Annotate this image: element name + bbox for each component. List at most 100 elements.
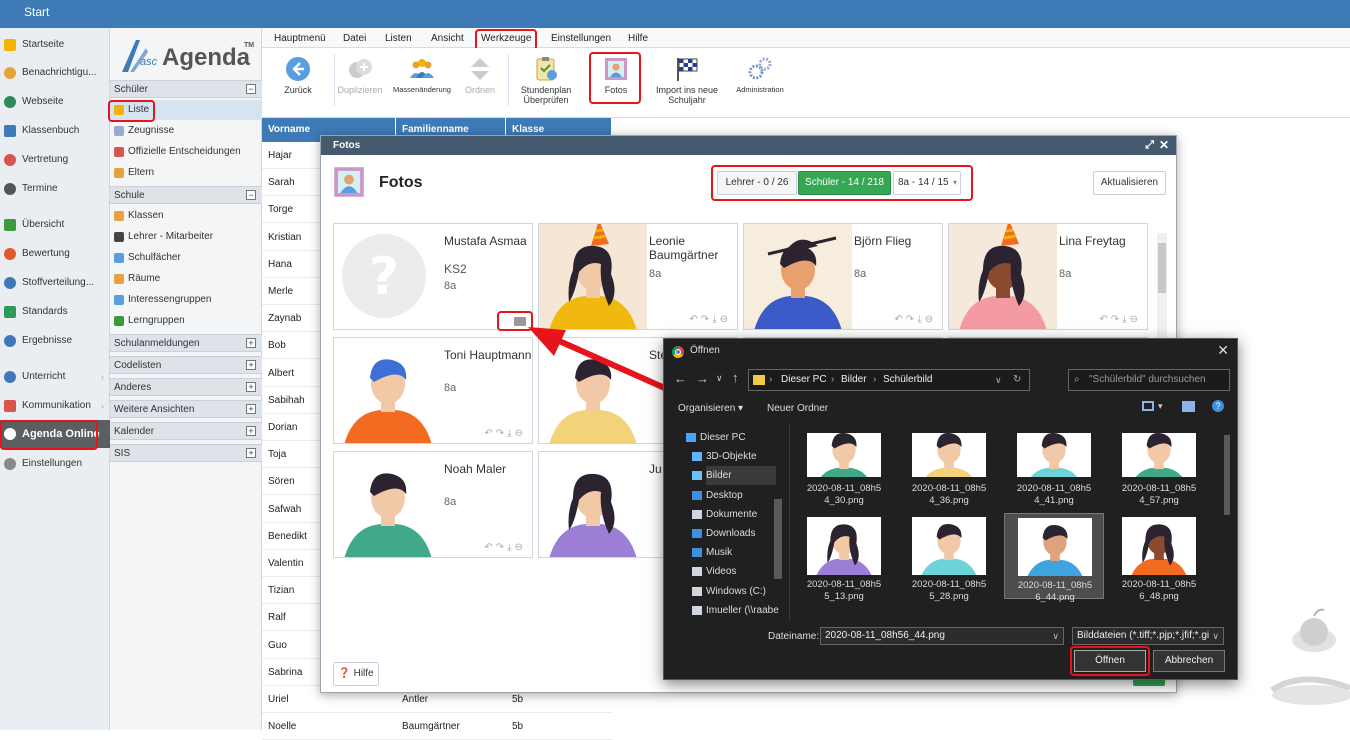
file-item[interactable]: 2020-08-11_08h5 6_44.png — [1004, 510, 1104, 603]
section-schuler[interactable]: Schüler − — [110, 80, 262, 98]
file-item[interactable]: 2020-08-11_08h5 4_41.png — [1004, 418, 1104, 511]
download-icon[interactable]: ⤓ — [507, 542, 514, 553]
subnav-item-lehrer-mitarbeiter[interactable]: Lehrer - Mitarbeiter — [110, 227, 262, 247]
nav-item-klassenbuch[interactable]: Klassenbuch — [0, 120, 110, 142]
photo-area[interactable] — [539, 452, 647, 557]
view-dropdown-icon[interactable]: ▾ — [1158, 401, 1163, 412]
section-schulanmeldungen[interactable]: Schulanmeldungen + — [110, 334, 262, 352]
nav-item-ergebnisse[interactable]: Ergebnisse — [0, 330, 110, 352]
menu-listen[interactable]: Listen — [385, 28, 412, 48]
rotate-left-icon[interactable]: ↶ — [689, 314, 700, 325]
nav-pane-item-dieser-pc[interactable]: Dieser PC — [686, 428, 746, 447]
nav-item-kommunikation[interactable]: Kommunikation › — [0, 395, 110, 417]
rotate-right-icon[interactable]: ↷ — [906, 314, 917, 325]
nav-item-vertretung[interactable]: Vertretung — [0, 149, 110, 171]
rotate-left-icon[interactable]: ↶ — [484, 542, 495, 553]
administration-button[interactable]: Administration — [728, 48, 792, 110]
rotate-right-icon[interactable]: ↷ — [1111, 314, 1122, 325]
section-weitere-ansichten[interactable]: Weitere Ansichten + — [110, 400, 262, 418]
rotate-left-icon[interactable]: ↶ — [1099, 314, 1110, 325]
filetype-select[interactable]: Bilddateien (*.tiff;*.pjp;*.jfif;*.gi ∨ — [1072, 627, 1224, 645]
back-button[interactable]: Zurück — [278, 48, 318, 110]
nav-pane-item-3d-objekte[interactable]: 3D-Objekte — [692, 447, 757, 466]
collapse-icon[interactable]: − — [246, 84, 256, 94]
nav-item-standards[interactable]: Standards — [0, 301, 110, 323]
rotate-left-icon[interactable]: ↶ — [484, 428, 495, 439]
expand-icon[interactable]: + — [246, 448, 256, 458]
cancel-button[interactable]: Abbrechen — [1153, 650, 1225, 672]
photo-area[interactable] — [334, 338, 442, 443]
rotate-right-icon[interactable]: ↷ — [496, 542, 507, 553]
file-list-scrollbar[interactable] — [1224, 435, 1230, 515]
nav-item-startseite[interactable]: Startseite — [0, 34, 110, 56]
file-item[interactable]: 2020-08-11_08h5 6_48.png — [1109, 509, 1209, 602]
help-circle-icon[interactable]: ? — [1212, 400, 1224, 412]
path-segment-3[interactable]: Schülerbild — [883, 370, 932, 390]
rotate-left-icon[interactable]: ↶ — [894, 314, 905, 325]
nav-pane-item-desktop[interactable]: Desktop — [692, 486, 743, 505]
nav-item-unterricht[interactable]: Unterricht › — [0, 366, 110, 388]
nav-item-termine[interactable]: Termine — [0, 178, 110, 200]
dialog-close-icon[interactable]: ✕ — [1217, 342, 1229, 359]
menu-einstellungen[interactable]: Einstellungen — [551, 28, 611, 48]
section-kalender[interactable]: Kalender + — [110, 422, 262, 440]
photo-card[interactable]: Leonie Baumgärtner 8a ↶↷⤓⊖ — [538, 223, 738, 330]
subnav-item-interessengruppen[interactable]: Interessengruppen — [110, 290, 262, 310]
photo-area[interactable]: ? — [334, 224, 442, 329]
expand-icon[interactable]: + — [246, 338, 256, 348]
table-row[interactable]: Noelle Baumgärtner 5b — [262, 713, 612, 740]
remove-icon[interactable]: ⊖ — [1130, 314, 1141, 325]
section-sis[interactable]: SIS + — [110, 444, 262, 462]
subnav-item-schulfacher[interactable]: Schulfächer — [110, 248, 262, 268]
filetype-dropdown-icon[interactable]: ∨ — [1212, 628, 1219, 644]
menu-hauptmenu[interactable]: Hauptmenü — [274, 28, 326, 48]
mass-change-button[interactable]: Massenänderung — [392, 48, 452, 110]
order-button[interactable]: Ordnen — [458, 48, 502, 110]
expand-icon[interactable]: + — [246, 426, 256, 436]
section-schule[interactable]: Schule − — [110, 186, 262, 204]
photo-area[interactable] — [334, 452, 442, 557]
subnav-item-lerngruppen[interactable]: Lerngruppen — [110, 311, 262, 331]
expand-icon[interactable]: + — [246, 360, 256, 370]
photo-card[interactable]: Noah Maler 8a ↶↷⤓⊖ — [333, 451, 533, 558]
duplicate-button[interactable]: Duplizieren — [334, 48, 386, 110]
nav-pane-item-imueller-raabe[interactable]: Imueller (\\raabe — [692, 601, 779, 620]
maximize-icon[interactable]: ⤢ — [1145, 136, 1154, 155]
refresh-button[interactable]: Aktualisieren — [1093, 171, 1166, 195]
section-anderes[interactable]: Anderes + — [110, 378, 262, 396]
nav-pane-item-dokumente[interactable]: Dokumente — [692, 505, 757, 524]
refresh-icon[interactable]: ↻ — [1013, 370, 1021, 390]
nav-item-ubersicht[interactable]: Übersicht — [0, 214, 110, 236]
file-item[interactable]: 2020-08-11_08h5 4_57.png — [1109, 418, 1209, 511]
import-new-year-button[interactable]: Import ins neue Schuljahr — [650, 48, 724, 110]
nav-pane-item-bilder[interactable]: Bilder — [692, 466, 776, 486]
filename-dropdown-icon[interactable]: ∨ — [1052, 628, 1059, 644]
filename-input[interactable]: 2020-08-11_08h56_44.png ∨ — [820, 627, 1064, 645]
section-codelisten[interactable]: Codelisten + — [110, 356, 262, 374]
collapse-icon[interactable]: − — [246, 190, 256, 200]
close-icon[interactable]: ✕ — [1159, 136, 1169, 155]
rotate-right-icon[interactable]: ↷ — [496, 428, 507, 439]
menu-ansicht[interactable]: Ansicht — [431, 28, 464, 48]
help-button[interactable]: ❓ Hilfe — [333, 662, 379, 686]
nav-pane-item-downloads[interactable]: Downloads — [692, 524, 755, 543]
file-item[interactable]: 2020-08-11_08h5 4_36.png — [899, 418, 999, 511]
nav-pane-item-windows-c[interactable]: Windows (C:) — [692, 582, 766, 601]
file-item[interactable]: 2020-08-11_08h5 4_30.png — [794, 418, 894, 511]
preview-pane-icon[interactable] — [1182, 401, 1195, 412]
folder-search-input[interactable]: ⌕ "Schülerbild" durchsuchen — [1068, 369, 1230, 391]
photo-area[interactable] — [539, 224, 647, 329]
remove-icon[interactable]: ⊖ — [925, 314, 936, 325]
subnav-item-raume[interactable]: Räume — [110, 269, 262, 289]
photo-area[interactable] — [744, 224, 852, 329]
menu-datei[interactable]: Datei — [343, 28, 366, 48]
view-options-icon[interactable] — [1142, 401, 1154, 411]
download-icon[interactable]: ⤓ — [507, 428, 514, 439]
photo-area[interactable] — [949, 224, 1057, 329]
address-dropdown-icon[interactable]: ∨ — [995, 370, 1002, 390]
address-bar[interactable]: › Dieser PC › Bilder › Schülerbild ∨ ↻ — [748, 369, 1030, 391]
remove-icon[interactable]: ⊖ — [515, 542, 526, 553]
menu-hilfe[interactable]: Hilfe — [628, 28, 648, 48]
photo-card[interactable]: Toni Hauptmann 8a ↶↷⤓⊖ — [333, 337, 533, 444]
nav-item-bewertung[interactable]: Bewertung — [0, 243, 110, 265]
